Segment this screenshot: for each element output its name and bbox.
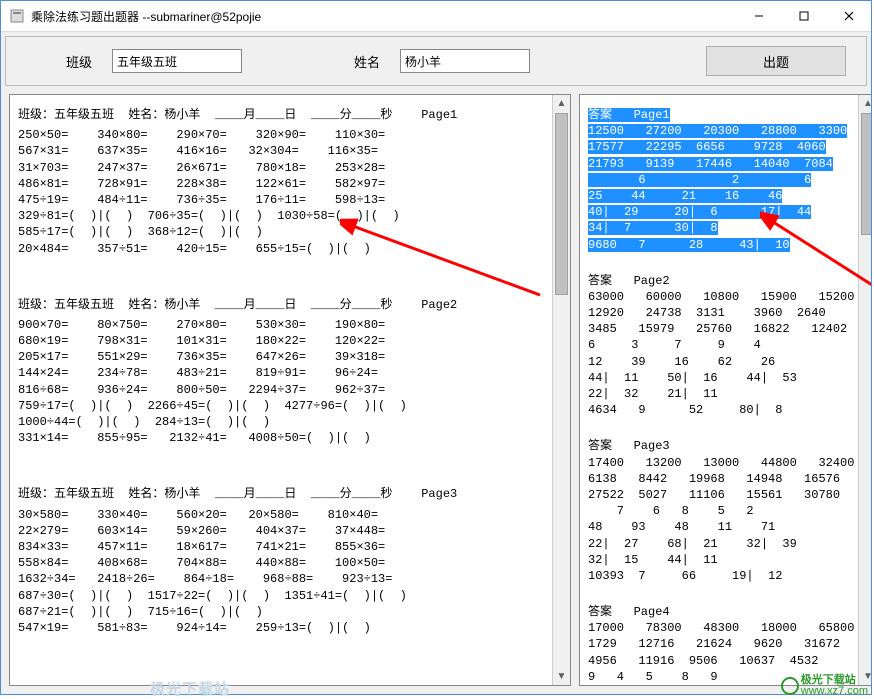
questions-content[interactable]: 班级：五年级五班 姓名：杨小羊 ____月____日 ____分____秒 Pa… bbox=[10, 95, 570, 685]
answer-page-header: 答案 Page1 bbox=[588, 107, 854, 123]
answer-row: 34| 7 30| 8 bbox=[588, 220, 854, 236]
question-row: 687÷30=( )|( ) 1517÷22=( )|( ) 1351÷41=(… bbox=[18, 588, 548, 604]
answer-row: 22| 27 68| 21 32| 39 bbox=[588, 536, 854, 552]
answer-row: 44| 11 50| 16 44| 53 bbox=[588, 370, 854, 386]
titlebar: 乘除法练习题出题器 --submariner@52pojie bbox=[1, 1, 871, 32]
right-scrollbar[interactable]: ▲ ▼ bbox=[858, 95, 871, 685]
answer-row: 27522 5027 11106 15561 30780 bbox=[588, 487, 854, 503]
question-row: 30×580= 330×40= 560×20= 20×580= 810×40= bbox=[18, 507, 548, 523]
app-window: 乘除法练习题出题器 --submariner@52pojie 班级 姓名 出题 … bbox=[0, 0, 872, 695]
answer-page-header: 答案 Page2 bbox=[588, 273, 854, 289]
question-row: 144×24= 234÷78= 483÷21= 819÷91= 96÷24= bbox=[18, 365, 548, 381]
answer-row: 48 93 48 11 71 bbox=[588, 519, 854, 535]
question-page: 班级：五年级五班 姓名：杨小羊 ____月____日 ____分____秒 Pa… bbox=[18, 486, 548, 636]
questions-panel: 班级：五年级五班 姓名：杨小羊 ____月____日 ____分____秒 Pa… bbox=[9, 94, 571, 686]
window-title: 乘除法练习题出题器 --submariner@52pojie bbox=[31, 8, 736, 25]
answer-page: 答案 Page112500 27200 20300 28800 33001757… bbox=[588, 107, 854, 253]
question-row: 834×33= 457×11= 18×617= 741×21= 855×36= bbox=[18, 539, 548, 555]
question-page-header: 班级：五年级五班 姓名：杨小羊 ____月____日 ____分____秒 Pa… bbox=[18, 486, 548, 502]
scroll-thumb[interactable] bbox=[861, 113, 871, 235]
answer-page: 答案 Page417000 78300 48300 18000 65800172… bbox=[588, 604, 854, 685]
watermark-url: www.xz7.com bbox=[801, 686, 868, 697]
question-row: 20×484= 357÷51= 420÷15= 655÷15=( )|( ) bbox=[18, 241, 548, 257]
answer-page-header: 答案 Page3 bbox=[588, 438, 854, 454]
app-icon bbox=[9, 8, 25, 24]
answer-page: 答案 Page263000 60000 10800 15900 15200129… bbox=[588, 273, 854, 419]
answer-row: 17000 78300 48300 18000 65800 bbox=[588, 620, 854, 636]
scroll-down-icon[interactable]: ▼ bbox=[553, 668, 570, 685]
site-watermark: 极光下载站 www.xz7.com bbox=[781, 675, 868, 697]
answer-row: 1729 12716 21624 9620 31672 bbox=[588, 636, 854, 652]
answer-row: 9680 7 28 43| 10 bbox=[588, 237, 854, 253]
ghost-watermark: 极光下载站 bbox=[150, 678, 230, 699]
answer-row: 12500 27200 20300 28800 3300 bbox=[588, 123, 854, 139]
answer-row: 40| 29 20| 6 17| 44 bbox=[588, 204, 854, 220]
class-label: 班级 bbox=[66, 52, 92, 71]
name-label: 姓名 bbox=[354, 52, 380, 71]
question-row: 585÷17=( )|( ) 368÷12=( )|( ) bbox=[18, 224, 548, 240]
minimize-button[interactable] bbox=[736, 2, 781, 30]
answer-row: 6 3 7 9 4 bbox=[588, 337, 854, 353]
answer-row: 32| 15 44| 11 bbox=[588, 552, 854, 568]
question-row: 475÷19= 484÷11= 736÷35= 176÷11= 598÷13= bbox=[18, 192, 548, 208]
answer-row: 22| 32 21| 11 bbox=[588, 386, 854, 402]
question-row: 680×19= 798×31= 101×31= 180×22= 120×22= bbox=[18, 333, 548, 349]
question-page: 班级：五年级五班 姓名：杨小羊 ____月____日 ____分____秒 Pa… bbox=[18, 297, 548, 447]
window-controls bbox=[736, 2, 871, 30]
left-scrollbar[interactable]: ▲ ▼ bbox=[552, 95, 570, 685]
answer-row: 6 2 6 bbox=[588, 172, 854, 188]
answer-row: 21793 9139 17446 14040 7084 bbox=[588, 156, 854, 172]
scroll-up-icon[interactable]: ▲ bbox=[859, 95, 871, 112]
question-row: 1632÷34= 2418÷26= 864÷18= 968÷88= 923÷13… bbox=[18, 571, 548, 587]
name-input[interactable] bbox=[400, 49, 530, 73]
generate-button[interactable]: 出题 bbox=[706, 46, 846, 76]
answer-row: 25 44 21 16 46 bbox=[588, 188, 854, 204]
question-row: 31×703= 247×37= 26×671= 780×18= 253×28= bbox=[18, 160, 548, 176]
answer-row: 12920 24738 3131 3960 2640 bbox=[588, 305, 854, 321]
question-row: 1000÷44=( )|( ) 284÷13=( )|( ) bbox=[18, 414, 548, 430]
toolbar: 班级 姓名 出题 bbox=[5, 36, 867, 86]
question-row: 547×19= 581÷83= 924÷14= 259÷13=( )|( ) bbox=[18, 620, 548, 636]
answers-panel: 答案 Page112500 27200 20300 28800 33001757… bbox=[579, 94, 871, 686]
question-page-header: 班级：五年级五班 姓名：杨小羊 ____月____日 ____分____秒 Pa… bbox=[18, 107, 548, 123]
answer-row: 12 39 16 62 26 bbox=[588, 354, 854, 370]
question-row: 900×70= 80×750= 270×80= 530×30= 190×80= bbox=[18, 317, 548, 333]
globe-icon bbox=[781, 677, 799, 695]
answer-row: 6138 8442 19968 14948 16576 bbox=[588, 471, 854, 487]
class-input[interactable] bbox=[112, 49, 242, 73]
question-row: 329÷81=( )|( ) 706÷35=( )|( ) 1030÷58=( … bbox=[18, 208, 548, 224]
answer-row: 7 6 8 5 2 bbox=[588, 503, 854, 519]
answer-row: 63000 60000 10800 15900 15200 bbox=[588, 289, 854, 305]
maximize-button[interactable] bbox=[781, 2, 826, 30]
question-row: 250×50= 340×80= 290×70= 320×90= 110×30= bbox=[18, 127, 548, 143]
question-row: 331×14= 855÷95= 2132÷41= 4008÷50=( )|( ) bbox=[18, 430, 548, 446]
answer-page: 答案 Page317400 13200 13000 44800 32400613… bbox=[588, 438, 854, 584]
scroll-up-icon[interactable]: ▲ bbox=[553, 95, 570, 112]
answer-row: 4634 9 52 80| 8 bbox=[588, 402, 854, 418]
answer-row: 4956 11916 9506 10637 4532 bbox=[588, 653, 854, 669]
question-row: 816÷68= 936÷24= 800÷50= 2294÷37= 962÷37= bbox=[18, 382, 548, 398]
question-row: 567×31= 637×35= 416×16= 32×304= 116×35= bbox=[18, 143, 548, 159]
question-page: 班级：五年级五班 姓名：杨小羊 ____月____日 ____分____秒 Pa… bbox=[18, 107, 548, 257]
question-row: 22×279= 603×14= 59×260= 404×37= 37×448= bbox=[18, 523, 548, 539]
close-button[interactable] bbox=[826, 2, 871, 30]
answer-page-header: 答案 Page4 bbox=[588, 604, 854, 620]
scroll-thumb[interactable] bbox=[555, 113, 568, 295]
question-page-header: 班级：五年级五班 姓名：杨小羊 ____月____日 ____分____秒 Pa… bbox=[18, 297, 548, 313]
main-body: 班级：五年级五班 姓名：杨小羊 ____月____日 ____分____秒 Pa… bbox=[1, 90, 871, 694]
answer-row: 10393 7 66 19| 12 bbox=[588, 568, 854, 584]
answer-row: 17577 22295 6656 9728 4060 bbox=[588, 139, 854, 155]
answer-row: 17400 13200 13000 44800 32400 bbox=[588, 455, 854, 471]
question-row: 486×81= 728×91= 228×38= 122×61= 582×97= bbox=[18, 176, 548, 192]
answers-content[interactable]: 答案 Page112500 27200 20300 28800 33001757… bbox=[580, 95, 871, 685]
question-row: 205×17= 551×29= 736×35= 647×26= 39×318= bbox=[18, 349, 548, 365]
answer-row: 3485 15979 25760 16822 12402 bbox=[588, 321, 854, 337]
question-row: 558×84= 408×68= 704×88= 440×88= 100×50= bbox=[18, 555, 548, 571]
question-row: 687÷21=( )|( ) 715÷16=( )|( ) bbox=[18, 604, 548, 620]
question-row: 759÷17=( )|( ) 2266÷45=( )|( ) 4277÷96=(… bbox=[18, 398, 548, 414]
